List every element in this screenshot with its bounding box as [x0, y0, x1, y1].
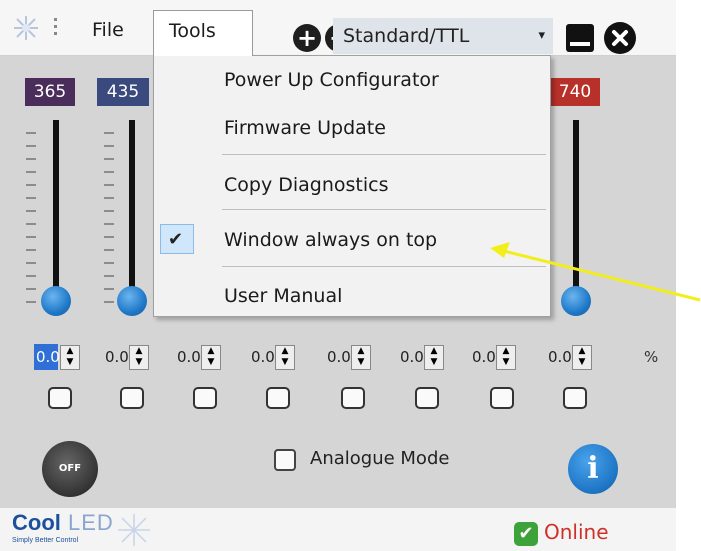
spin-arrows-icon[interactable]: ▲ ▼: [275, 345, 295, 370]
add-button[interactable]: +: [293, 24, 321, 52]
channel-checkbox[interactable]: [490, 387, 514, 409]
coolled-logo: Cool LED Simply Better Control: [12, 510, 172, 550]
toolbar-grip: [54, 18, 58, 38]
intensity-spinner[interactable]: 0.0 ▲ ▼: [103, 342, 165, 374]
wavelength-label-435: 435: [97, 78, 149, 106]
status-bar: Cool LED Simply Better Control ✔ Online: [0, 508, 676, 551]
chevron-down-icon: ▾: [538, 28, 545, 43]
menu-item-power-up-configurator[interactable]: Power Up Configurator: [154, 62, 550, 98]
slider-track[interactable]: [53, 120, 59, 300]
spin-arrows-icon[interactable]: ▲ ▼: [201, 345, 221, 370]
online-check-icon: ✔: [514, 522, 538, 546]
menu-item-firmware-update[interactable]: Firmware Update: [154, 110, 550, 146]
intensity-spinner[interactable]: 0.0 ▲ ▼: [470, 342, 532, 374]
intensity-unit: %: [644, 348, 659, 366]
menu-bar: File Tools + − Standard/TTL ▾: [0, 0, 676, 56]
menu-item-label: Copy Diagnostics: [224, 174, 389, 196]
logo-led-text: LED: [68, 510, 114, 535]
close-button[interactable]: [604, 22, 636, 54]
logo-tagline: Simply Better Control: [12, 537, 79, 544]
menu-item-label: Power Up Configurator: [224, 69, 439, 91]
menu-file[interactable]: File: [78, 10, 138, 50]
intensity-spinner[interactable]: 0.0 ▲ ▼: [34, 342, 96, 374]
spin-arrows-icon[interactable]: ▲ ▼: [424, 345, 444, 370]
intensity-spinner[interactable]: 0.0 ▲ ▼: [249, 342, 311, 374]
slider-knob[interactable]: [561, 286, 591, 316]
menu-item-label: Firmware Update: [224, 117, 386, 139]
analogue-mode-label: Analogue Mode: [310, 448, 450, 469]
slider-knob[interactable]: [117, 286, 147, 316]
spin-arrows-icon[interactable]: ▲ ▼: [60, 345, 80, 370]
slider-ticks: [104, 132, 116, 314]
channel-checkbox[interactable]: [120, 387, 144, 409]
menu-separator: [222, 266, 546, 267]
app-logo-icon[interactable]: [12, 14, 40, 42]
channel-checkbox[interactable]: [563, 387, 587, 409]
wavelength-label-740: 740: [550, 78, 600, 106]
menu-item-copy-diagnostics[interactable]: Copy Diagnostics: [154, 167, 550, 203]
channel-checkbox[interactable]: [193, 387, 217, 409]
menu-item-label: User Manual: [224, 285, 343, 307]
intensity-spinner[interactable]: 0.0 ▲ ▼: [398, 342, 460, 374]
menu-item-user-manual[interactable]: User Manual: [154, 278, 550, 314]
intensity-spinner[interactable]: 0.0 ▲ ▼: [546, 342, 608, 374]
menu-item-label: Window always on top: [224, 229, 438, 251]
spin-arrows-icon[interactable]: ▲ ▼: [351, 345, 371, 370]
menu-tools[interactable]: Tools: [153, 10, 253, 56]
channel-checkbox[interactable]: [341, 387, 365, 409]
channel-checkbox[interactable]: [48, 387, 72, 409]
close-icon: [612, 30, 628, 46]
spin-arrows-icon[interactable]: ▲ ▼: [572, 345, 592, 370]
online-status: Online: [544, 520, 609, 544]
minimize-button[interactable]: [566, 24, 594, 52]
power-off-button[interactable]: OFF: [42, 441, 98, 497]
intensity-spinner[interactable]: 0.0 ▲ ▼: [175, 342, 237, 374]
analogue-mode-checkbox[interactable]: [274, 449, 296, 471]
menu-item-window-always-on-top[interactable]: ✔ Window always on top: [154, 222, 550, 258]
mode-select[interactable]: Standard/TTL ▾: [333, 18, 553, 54]
menu-separator: [222, 154, 546, 155]
slider-knob[interactable]: [41, 286, 71, 316]
logo-cool-text: Cool: [12, 510, 61, 535]
app-window: File Tools + − Standard/TTL ▾ 365 435 74…: [0, 0, 676, 551]
mode-select-value: Standard/TTL: [343, 25, 470, 47]
intensity-spinner[interactable]: 0.0 ▲ ▼: [325, 342, 387, 374]
channel-checkbox[interactable]: [415, 387, 439, 409]
intensity-value[interactable]: 0.0: [34, 344, 60, 370]
menu-separator: [222, 209, 546, 210]
tools-dropdown: Power Up Configurator Firmware Update Co…: [153, 55, 551, 317]
slider-track[interactable]: [129, 120, 135, 300]
spin-arrows-icon[interactable]: ▲ ▼: [496, 345, 516, 370]
checkmark-icon: ✔: [168, 229, 184, 250]
channel-checkbox[interactable]: [266, 387, 290, 409]
spin-arrows-icon[interactable]: ▲ ▼: [129, 345, 149, 370]
wavelength-label-365: 365: [25, 78, 75, 106]
info-button[interactable]: i: [568, 444, 618, 494]
slider-ticks: [26, 132, 38, 314]
logo-star-icon: [118, 514, 150, 546]
slider-track[interactable]: [573, 120, 579, 300]
